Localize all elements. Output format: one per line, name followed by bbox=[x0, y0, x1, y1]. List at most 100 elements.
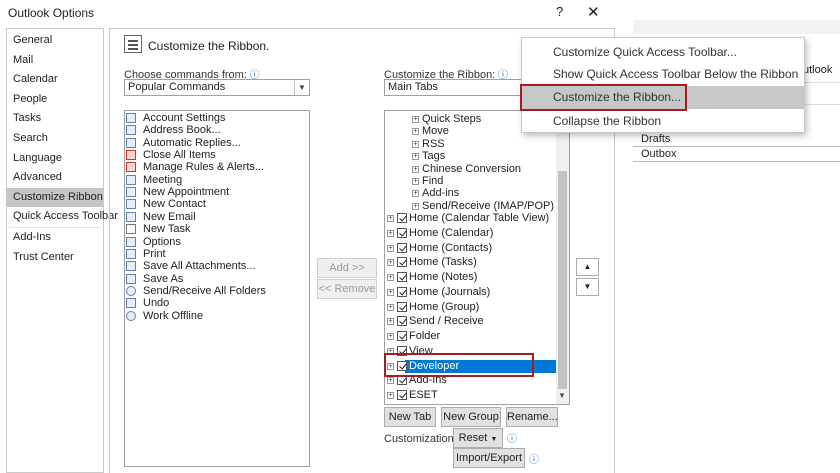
expand-icon[interactable]: + bbox=[387, 392, 394, 399]
expand-icon[interactable]: + bbox=[387, 288, 394, 296]
expand-icon[interactable]: + bbox=[387, 303, 394, 311]
expand-icon[interactable]: + bbox=[387, 215, 394, 222]
command-item[interactable]: New Appointment bbox=[126, 186, 308, 198]
command-item[interactable]: Send/Receive All Folders bbox=[126, 285, 308, 297]
checkbox-checked-icon[interactable] bbox=[397, 301, 407, 312]
choose-commands-select[interactable]: Popular Commands ▼ bbox=[124, 79, 310, 96]
scrollbar-thumb[interactable] bbox=[558, 171, 567, 389]
checkbox-checked-icon[interactable] bbox=[397, 213, 407, 223]
attachment-icon bbox=[126, 261, 136, 272]
expand-icon[interactable]: + bbox=[412, 202, 419, 210]
tree-tab-item[interactable]: + Home (Contacts) bbox=[385, 242, 556, 255]
menu-customize-quick-access-toolbar[interactable]: Customize Quick Access Toolbar... bbox=[522, 41, 804, 64]
checkbox-checked-icon[interactable] bbox=[397, 242, 407, 253]
folder-outbox[interactable]: Outbox bbox=[641, 148, 676, 160]
reset-button[interactable]: Reset ▼ bbox=[453, 428, 503, 448]
import-export-button[interactable]: Import/Export ▼ bbox=[453, 448, 525, 468]
command-item[interactable]: Manage Rules & Alerts... bbox=[126, 161, 308, 173]
command-item[interactable]: Automatic Replies... bbox=[126, 137, 308, 149]
command-item[interactable]: Options bbox=[126, 236, 308, 248]
new-group-button[interactable]: New Group bbox=[441, 407, 501, 427]
nav-add-ins[interactable]: Add-Ins bbox=[7, 228, 103, 248]
expand-icon[interactable]: + bbox=[387, 259, 394, 267]
expand-icon[interactable]: + bbox=[412, 140, 419, 148]
checkbox-checked-icon[interactable] bbox=[397, 227, 407, 238]
checkbox-checked-icon[interactable] bbox=[397, 286, 407, 297]
tree-tab-item[interactable]: + Home (Tasks) bbox=[385, 256, 556, 269]
folder-drafts[interactable]: Drafts bbox=[641, 133, 670, 145]
tree-tab-item[interactable]: + Home (Notes) bbox=[385, 271, 556, 284]
nav-people[interactable]: People bbox=[7, 90, 103, 110]
command-item[interactable]: Print bbox=[126, 248, 308, 260]
expand-icon[interactable]: + bbox=[412, 116, 419, 123]
nav-general[interactable]: General bbox=[7, 31, 103, 51]
tree-tab-item[interactable]: + Send / Receive bbox=[385, 315, 556, 328]
tree-tab-item[interactable]: + Home (Calendar) bbox=[385, 227, 556, 240]
expand-icon[interactable]: + bbox=[412, 128, 419, 136]
menu-show-quick-access-below[interactable]: Show Quick Access Toolbar Below the Ribb… bbox=[522, 63, 804, 86]
rename-button[interactable]: Rename... bbox=[506, 407, 558, 427]
expand-icon[interactable]: + bbox=[412, 165, 419, 173]
command-item[interactable]: Save As bbox=[126, 273, 308, 285]
command-item[interactable]: New Contact bbox=[126, 198, 308, 210]
nav-customize-ribbon[interactable]: Customize Ribbon bbox=[7, 187, 103, 208]
tree-tab-item[interactable]: + Home (Calendar Table View) bbox=[385, 212, 556, 225]
tree-group-item[interactable]: + Chinese Conversion bbox=[385, 163, 556, 176]
nav-quick-access-toolbar[interactable]: Quick Access Toolbar bbox=[7, 207, 118, 227]
commands-items: Account Settings Address Book... Automatic… bbox=[126, 112, 308, 342]
chevron-down-icon[interactable]: ▼ bbox=[558, 391, 566, 400]
expand-icon[interactable]: + bbox=[387, 244, 394, 252]
expand-icon[interactable]: + bbox=[412, 153, 419, 161]
close-button[interactable]: ✕ bbox=[587, 3, 600, 21]
add-button[interactable]: Add >> bbox=[317, 258, 377, 278]
expand-icon[interactable]: + bbox=[412, 190, 419, 198]
tree-group-item[interactable]: + Add-ins bbox=[385, 187, 556, 200]
nav-mail[interactable]: Mail bbox=[7, 51, 103, 71]
command-item[interactable]: Meeting bbox=[126, 174, 308, 186]
nav-calendar[interactable]: Calendar bbox=[7, 70, 103, 90]
tree-group-item[interactable]: + Send/Receive (IMAP/POP) bbox=[385, 200, 556, 213]
ribbon-tabs-select[interactable]: Main Tabs bbox=[384, 79, 522, 96]
move-up-button[interactable]: ▲ bbox=[576, 258, 599, 276]
tree-tab-item[interactable]: + Home (Journals) bbox=[385, 286, 556, 299]
tree-group-item[interactable]: + Find bbox=[385, 175, 556, 188]
tree-group-item[interactable]: + Tags bbox=[385, 150, 556, 163]
command-item[interactable]: Undo bbox=[126, 297, 308, 309]
nav-language[interactable]: Language bbox=[7, 149, 103, 169]
expand-icon[interactable]: + bbox=[387, 318, 394, 326]
expand-icon[interactable]: + bbox=[387, 333, 394, 340]
command-item[interactable]: Address Book... bbox=[126, 124, 308, 136]
checkbox-checked-icon[interactable] bbox=[397, 331, 407, 341]
tree-tab-item[interactable]: + ESET bbox=[385, 389, 556, 402]
checkbox-checked-icon[interactable] bbox=[397, 390, 407, 400]
tree-tab-item[interactable]: + Folder bbox=[385, 330, 556, 343]
tree-scrollbar[interactable]: ▼ bbox=[556, 111, 569, 404]
checkbox-checked-icon[interactable] bbox=[397, 272, 407, 282]
expand-icon[interactable]: + bbox=[387, 274, 394, 281]
checkbox-checked-icon[interactable] bbox=[397, 316, 407, 327]
command-item[interactable]: Work Offline bbox=[126, 310, 308, 322]
command-item[interactable]: New Task bbox=[126, 223, 308, 235]
tree-group-item[interactable]: + RSS bbox=[385, 138, 556, 151]
expand-icon[interactable]: + bbox=[387, 377, 394, 385]
tree-tab-label: Home (Journals) bbox=[409, 285, 491, 298]
command-item[interactable]: Save All Attachments... bbox=[126, 260, 308, 272]
nav-tasks[interactable]: Tasks bbox=[7, 109, 103, 129]
command-item[interactable]: New Email bbox=[126, 211, 308, 223]
command-item[interactable]: Account Settings bbox=[126, 112, 308, 124]
checkbox-checked-icon[interactable] bbox=[397, 257, 407, 268]
nav-advanced[interactable]: Advanced bbox=[7, 168, 103, 188]
expand-icon[interactable]: + bbox=[387, 229, 394, 237]
help-button[interactable]: ? bbox=[556, 4, 563, 19]
expand-icon[interactable]: + bbox=[412, 178, 419, 185]
menu-collapse-the-ribbon[interactable]: Collapse the Ribbon bbox=[522, 110, 804, 133]
nav-search[interactable]: Search bbox=[7, 129, 103, 149]
meeting-icon bbox=[126, 174, 136, 185]
tree-tab-item[interactable]: + Home (Group) bbox=[385, 301, 556, 314]
command-label: Save As bbox=[143, 272, 184, 285]
command-item[interactable]: Close All Items bbox=[126, 149, 308, 161]
nav-trust-center[interactable]: Trust Center bbox=[7, 248, 103, 268]
new-tab-button[interactable]: New Tab bbox=[384, 407, 436, 427]
move-down-button[interactable]: ▼ bbox=[576, 278, 599, 296]
remove-button[interactable]: << Remove bbox=[317, 279, 377, 299]
